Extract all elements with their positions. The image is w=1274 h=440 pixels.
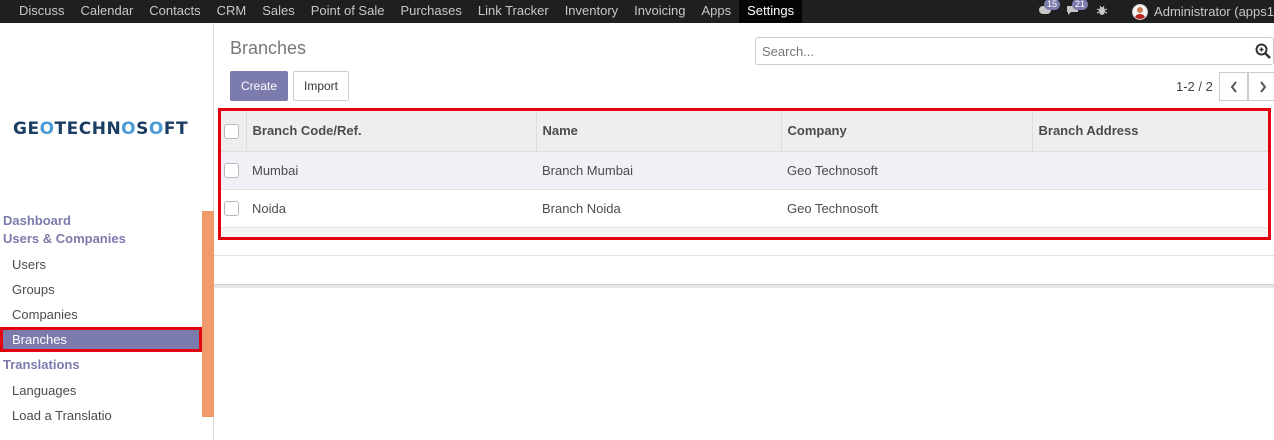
systray: 15 21 Administrator (apps1 xyxy=(1038,0,1274,23)
chevron-right-icon xyxy=(1259,80,1266,93)
pager-next-button[interactable] xyxy=(1248,72,1274,101)
menu-point-of-sale[interactable]: Point of Sale xyxy=(303,0,393,23)
pager-previous-button[interactable] xyxy=(1219,72,1248,101)
column-branch-code[interactable]: Branch Code/Ref. xyxy=(246,111,537,152)
search-box xyxy=(755,37,1274,65)
cell-name: Branch Noida xyxy=(542,200,621,216)
branches-table: Branch Code/Ref. Name Company Branch Add… xyxy=(221,111,1268,228)
sidebar-item-dashboard[interactable]: Dashboard xyxy=(0,212,202,230)
table-header-row: Branch Code/Ref. Name Company Branch Add… xyxy=(221,111,1268,152)
sidebar-item-load-translation[interactable]: Load a Translatio xyxy=(0,403,202,428)
content-divider xyxy=(214,284,1274,288)
search-input[interactable] xyxy=(756,38,1236,64)
cell-branch-code: Mumbai xyxy=(252,162,299,178)
cell-name: Branch Mumbai xyxy=(542,162,634,178)
select-all-cell xyxy=(221,111,247,152)
row-checkbox[interactable] xyxy=(224,201,239,217)
column-name[interactable]: Name xyxy=(536,111,782,152)
sidebar-item-branches[interactable]: Branches xyxy=(0,327,202,352)
menu-settings[interactable]: Settings xyxy=(739,0,803,23)
top-navbar: Discuss Calendar Contacts CRM Sales Poin… xyxy=(0,0,1274,23)
menu-apps[interactable]: Apps xyxy=(693,0,739,23)
menu-inventory[interactable]: Inventory xyxy=(557,0,626,23)
sidebar-scrollbar[interactable] xyxy=(202,211,214,417)
cell-branch-address xyxy=(1032,151,1268,189)
sidebar-item-groups[interactable]: Groups xyxy=(0,277,202,302)
company-logo: GEOTECHNOSOFT xyxy=(13,119,189,139)
row-select-cell xyxy=(221,189,246,227)
sidebar-section-translations[interactable]: Translations xyxy=(0,356,202,374)
sidebar-item-languages[interactable]: Languages xyxy=(0,378,202,403)
menu-purchases[interactable]: Purchases xyxy=(392,0,469,23)
create-button[interactable]: Create xyxy=(230,71,289,101)
avatar[interactable] xyxy=(1132,3,1149,20)
menu-crm[interactable]: CRM xyxy=(209,0,255,23)
column-branch-address[interactable]: Branch Address xyxy=(1032,111,1268,152)
cell-company: Geo Technosoft xyxy=(787,200,878,216)
search-icon[interactable] xyxy=(1255,43,1271,59)
column-company[interactable]: Company xyxy=(781,111,1033,152)
menu-discuss[interactable]: Discuss xyxy=(11,0,73,23)
user-menu[interactable]: Administrator (apps1 xyxy=(1154,4,1274,19)
chevron-left-icon xyxy=(1230,80,1237,93)
sidebar-item-users[interactable]: Users xyxy=(0,252,202,277)
select-all-checkbox[interactable] xyxy=(224,123,239,139)
table-row[interactable]: Noida Branch Noida Geo Technosoft xyxy=(221,189,1268,227)
table-row[interactable]: Mumbai Branch Mumbai Geo Technosoft xyxy=(221,151,1268,189)
app-menu: Discuss Calendar Contacts CRM Sales Poin… xyxy=(11,0,803,23)
settings-sidebar-menu: Dashboard Users & Companies Users Groups… xyxy=(0,212,202,428)
menu-calendar[interactable]: Calendar xyxy=(73,0,142,23)
debug-bug-icon[interactable] xyxy=(1096,4,1108,19)
branches-list-view: Branch Code/Ref. Name Company Branch Add… xyxy=(218,108,1271,240)
row-select-cell xyxy=(221,151,246,189)
pager-value[interactable]: 1-2 / 2 xyxy=(1176,79,1213,94)
chat-badge: 21 xyxy=(1072,0,1089,10)
cell-company: Geo Technosoft xyxy=(787,162,878,178)
sidebar-item-companies[interactable]: Companies xyxy=(0,302,202,327)
list-footer-divider xyxy=(214,255,1274,256)
page-title: Branches xyxy=(230,38,307,58)
activity-badge: 15 xyxy=(1044,0,1061,10)
menu-contacts[interactable]: Contacts xyxy=(141,0,208,23)
import-button[interactable]: Import xyxy=(293,71,350,101)
cell-branch-code: Noida xyxy=(252,200,286,216)
menu-invoicing[interactable]: Invoicing xyxy=(626,0,693,23)
cell-branch-address xyxy=(1032,189,1268,227)
chat-icon[interactable]: 21 xyxy=(1066,0,1089,19)
activity-icon[interactable]: 15 xyxy=(1038,0,1061,19)
row-checkbox[interactable] xyxy=(224,163,239,179)
sidebar-section-users-companies[interactable]: Users & Companies xyxy=(0,230,202,248)
menu-link-tracker[interactable]: Link Tracker xyxy=(470,0,557,23)
menu-sales[interactable]: Sales xyxy=(254,0,303,23)
